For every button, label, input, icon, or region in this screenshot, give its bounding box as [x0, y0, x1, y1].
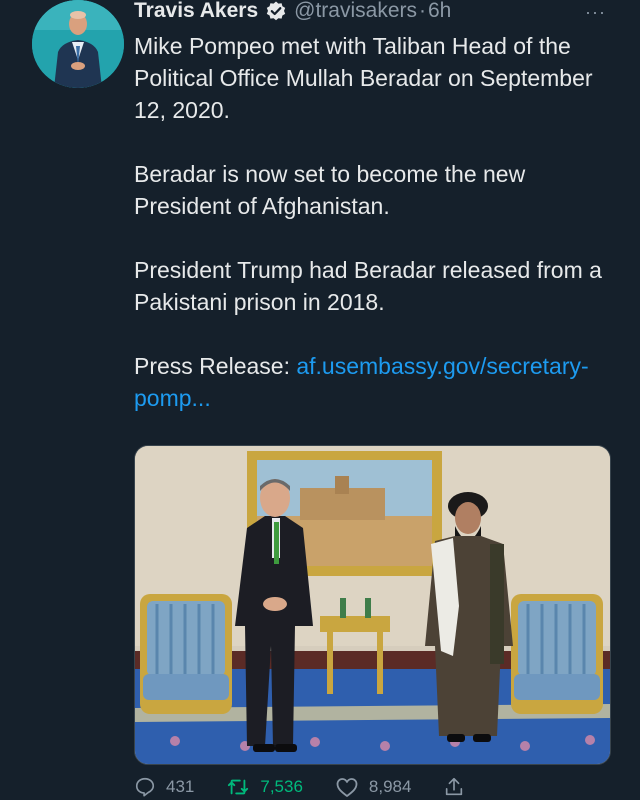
tweet-paragraph-2: Beradar is now set to become the new Pre…	[134, 161, 526, 219]
tweet-paragraph-1: Mike Pompeo met with Taliban Head of the…	[134, 33, 593, 123]
like-count: 8,984	[368, 777, 412, 796]
tweet-header: Travis Akers @travisakers · 6h	[134, 0, 451, 26]
tweet-paragraph-4: Press Release: af.usembassy.gov/secretar…	[134, 350, 614, 414]
author-handle[interactable]: @travisakers	[294, 0, 417, 23]
tweet: Travis Akers @travisakers · 6h ··· Mike …	[0, 0, 640, 800]
verified-badge-icon	[265, 0, 287, 22]
retweet-icon	[228, 779, 249, 795]
header-separator: ·	[419, 0, 426, 22]
meeting-photo	[135, 446, 610, 764]
reply-button[interactable]: 431	[134, 776, 194, 798]
tweet-paragraph-3: President Trump had Beradar released fro…	[134, 257, 602, 315]
like-button[interactable]: 8,984	[335, 776, 412, 798]
more-icon[interactable]: ···	[585, 2, 606, 23]
tweet-actions: 431 7,536 8,984	[134, 776, 604, 798]
retweet-count: 7,536	[260, 777, 303, 796]
like-icon	[336, 778, 358, 797]
share-icon	[446, 777, 463, 796]
avatar-image	[32, 0, 124, 88]
press-release-label: Press Release:	[134, 353, 297, 379]
tweet-photo[interactable]	[134, 445, 611, 765]
reply-count: 431	[166, 777, 195, 796]
retweet-button[interactable]: 7,536	[226, 776, 303, 798]
reply-icon	[135, 777, 155, 797]
tweet-time[interactable]: 6h	[428, 0, 451, 23]
share-button[interactable]	[443, 776, 465, 798]
tweet-text: Mike Pompeo met with Taliban Head of the…	[134, 30, 614, 446]
author-name[interactable]: Travis Akers	[134, 0, 258, 23]
avatar[interactable]	[32, 0, 124, 88]
